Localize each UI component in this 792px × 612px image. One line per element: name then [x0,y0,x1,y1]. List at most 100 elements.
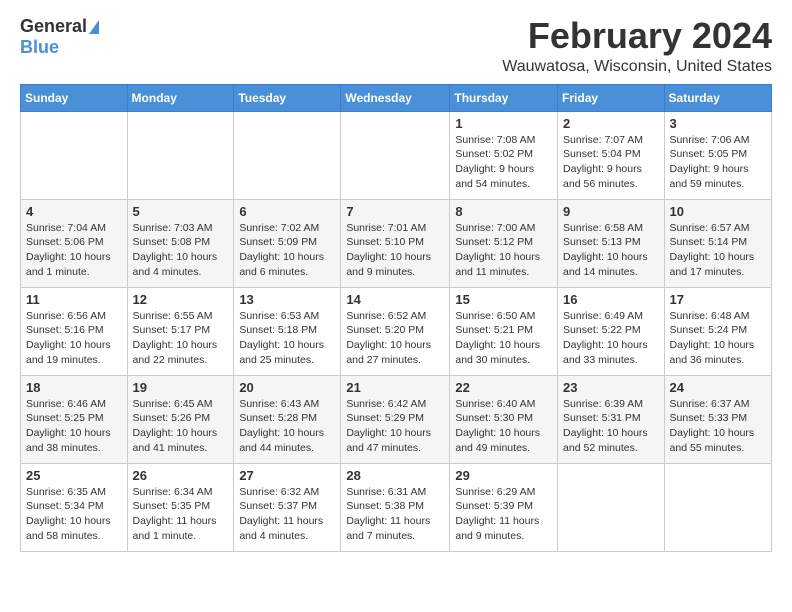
weekday-header-saturday: Saturday [664,84,771,111]
day-info: Sunrise: 6:42 AM Sunset: 5:29 PM Dayligh… [346,397,444,456]
calendar-cell: 14 Sunrise: 6:52 AM Sunset: 5:20 PM Dayli… [341,287,450,375]
day-number: 16 [563,292,659,307]
day-info: Sunrise: 6:32 AM Sunset: 5:37 PM Dayligh… [239,485,335,544]
day-info: Sunrise: 6:40 AM Sunset: 5:30 PM Dayligh… [455,397,552,456]
calendar-cell: 4 Sunrise: 7:04 AM Sunset: 5:06 PM Daylig… [21,199,128,287]
day-number: 10 [670,204,766,219]
day-info: Sunrise: 7:07 AM Sunset: 5:04 PM Dayligh… [563,133,659,192]
day-number: 4 [26,204,122,219]
day-info: Sunrise: 6:52 AM Sunset: 5:20 PM Dayligh… [346,309,444,368]
day-number: 17 [670,292,766,307]
calendar-cell: 22Sunrise: 6:40 AM Sunset: 5:30 PM Dayli… [450,375,558,463]
calendar-cell: 16 Sunrise: 6:49 AM Sunset: 5:22 PM Dayli… [558,287,665,375]
calendar-cell: 11 Sunrise: 6:56 AM Sunset: 5:16 PM Dayli… [21,287,128,375]
calendar-cell [21,111,128,199]
calendar-cell [558,463,665,551]
day-number: 11 [26,292,122,307]
day-info: Sunrise: 7:03 AM Sunset: 5:08 PM Dayligh… [133,221,229,280]
calendar-cell: 21 Sunrise: 6:42 AM Sunset: 5:29 PM Dayli… [341,375,450,463]
calendar-cell: 28Sunrise: 6:31 AM Sunset: 5:38 PM Dayli… [341,463,450,551]
day-info: Sunrise: 6:57 AM Sunset: 5:14 PM Dayligh… [670,221,766,280]
calendar-cell [234,111,341,199]
day-info: Sunrise: 6:31 AM Sunset: 5:38 PM Dayligh… [346,485,444,544]
calendar-cell: 3 Sunrise: 7:06 AM Sunset: 5:05 PM Daylig… [664,111,771,199]
day-info: Sunrise: 6:43 AM Sunset: 5:28 PM Dayligh… [239,397,335,456]
calendar-header-row: SundayMondayTuesdayWednesdayThursdayFrid… [21,84,772,111]
day-number: 14 [346,292,444,307]
day-info: Sunrise: 7:02 AM Sunset: 5:09 PM Dayligh… [239,221,335,280]
calendar-cell: 19Sunrise: 6:45 AM Sunset: 5:26 PM Dayli… [127,375,234,463]
calendar-cell: 29Sunrise: 6:29 AM Sunset: 5:39 PM Dayli… [450,463,558,551]
day-number: 24 [670,380,766,395]
title-area: February 2024 Wauwatosa, Wisconsin, Unit… [502,16,772,76]
day-info: Sunrise: 6:39 AM Sunset: 5:31 PM Dayligh… [563,397,659,456]
day-info: Sunrise: 7:01 AM Sunset: 5:10 PM Dayligh… [346,221,444,280]
day-info: Sunrise: 6:49 AM Sunset: 5:22 PM Dayligh… [563,309,659,368]
calendar-cell: 26 Sunrise: 6:34 AM Sunset: 5:35 PM Dayli… [127,463,234,551]
calendar-week-row: 18Sunrise: 6:46 AM Sunset: 5:25 PM Dayli… [21,375,772,463]
calendar-week-row: 1 Sunrise: 7:08 AM Sunset: 5:02 PM Daylig… [21,111,772,199]
day-info: Sunrise: 6:58 AM Sunset: 5:13 PM Dayligh… [563,221,659,280]
calendar-cell: 12Sunrise: 6:55 AM Sunset: 5:17 PM Dayli… [127,287,234,375]
calendar-cell [127,111,234,199]
day-number: 3 [670,116,766,131]
logo: General Blue [20,16,99,58]
calendar-table: SundayMondayTuesdayWednesdayThursdayFrid… [20,84,772,552]
day-info: Sunrise: 6:48 AM Sunset: 5:24 PM Dayligh… [670,309,766,368]
calendar-cell: 1 Sunrise: 7:08 AM Sunset: 5:02 PM Daylig… [450,111,558,199]
logo-general-text: General [20,16,87,37]
page-header: General Blue February 2024 Wauwatosa, Wi… [20,16,772,76]
day-number: 1 [455,116,552,131]
day-info: Sunrise: 6:53 AM Sunset: 5:18 PM Dayligh… [239,309,335,368]
day-number: 13 [239,292,335,307]
calendar-cell: 10 Sunrise: 6:57 AM Sunset: 5:14 PM Dayli… [664,199,771,287]
calendar-cell: 15 Sunrise: 6:50 AM Sunset: 5:21 PM Dayli… [450,287,558,375]
day-info: Sunrise: 7:04 AM Sunset: 5:06 PM Dayligh… [26,221,122,280]
day-number: 29 [455,468,552,483]
location-subtitle: Wauwatosa, Wisconsin, United States [502,58,772,76]
day-info: Sunrise: 6:37 AM Sunset: 5:33 PM Dayligh… [670,397,766,456]
day-number: 15 [455,292,552,307]
weekday-header-friday: Friday [558,84,665,111]
calendar-cell: 9 Sunrise: 6:58 AM Sunset: 5:13 PM Daylig… [558,199,665,287]
weekday-header-thursday: Thursday [450,84,558,111]
calendar-cell: 20Sunrise: 6:43 AM Sunset: 5:28 PM Dayli… [234,375,341,463]
calendar-cell: 5 Sunrise: 7:03 AM Sunset: 5:08 PM Daylig… [127,199,234,287]
calendar-cell: 6 Sunrise: 7:02 AM Sunset: 5:09 PM Daylig… [234,199,341,287]
weekday-header-sunday: Sunday [21,84,128,111]
day-number: 26 [133,468,229,483]
calendar-week-row: 25 Sunrise: 6:35 AM Sunset: 5:34 PM Dayli… [21,463,772,551]
calendar-cell [664,463,771,551]
day-number: 9 [563,204,659,219]
day-info: Sunrise: 7:08 AM Sunset: 5:02 PM Dayligh… [455,133,552,192]
calendar-cell: 2 Sunrise: 7:07 AM Sunset: 5:04 PM Daylig… [558,111,665,199]
day-info: Sunrise: 7:06 AM Sunset: 5:05 PM Dayligh… [670,133,766,192]
day-number: 21 [346,380,444,395]
calendar-week-row: 4 Sunrise: 7:04 AM Sunset: 5:06 PM Daylig… [21,199,772,287]
calendar-cell: 13 Sunrise: 6:53 AM Sunset: 5:18 PM Dayli… [234,287,341,375]
day-number: 6 [239,204,335,219]
day-info: Sunrise: 6:56 AM Sunset: 5:16 PM Dayligh… [26,309,122,368]
day-info: Sunrise: 6:45 AM Sunset: 5:26 PM Dayligh… [133,397,229,456]
weekday-header-wednesday: Wednesday [341,84,450,111]
day-number: 8 [455,204,552,219]
day-number: 25 [26,468,122,483]
day-number: 18 [26,380,122,395]
calendar-cell: 24 Sunrise: 6:37 AM Sunset: 5:33 PM Dayli… [664,375,771,463]
calendar-cell: 25 Sunrise: 6:35 AM Sunset: 5:34 PM Dayli… [21,463,128,551]
day-number: 2 [563,116,659,131]
day-number: 5 [133,204,229,219]
calendar-cell: 8Sunrise: 7:00 AM Sunset: 5:12 PM Daylig… [450,199,558,287]
day-number: 12 [133,292,229,307]
weekday-header-monday: Monday [127,84,234,111]
weekday-header-tuesday: Tuesday [234,84,341,111]
logo-triangle-icon [89,20,99,34]
day-number: 23 [563,380,659,395]
day-info: Sunrise: 6:35 AM Sunset: 5:34 PM Dayligh… [26,485,122,544]
month-year-title: February 2024 [502,16,772,56]
calendar-cell: 27 Sunrise: 6:32 AM Sunset: 5:37 PM Dayli… [234,463,341,551]
day-info: Sunrise: 6:34 AM Sunset: 5:35 PM Dayligh… [133,485,229,544]
day-info: Sunrise: 6:50 AM Sunset: 5:21 PM Dayligh… [455,309,552,368]
calendar-cell [341,111,450,199]
day-number: 27 [239,468,335,483]
